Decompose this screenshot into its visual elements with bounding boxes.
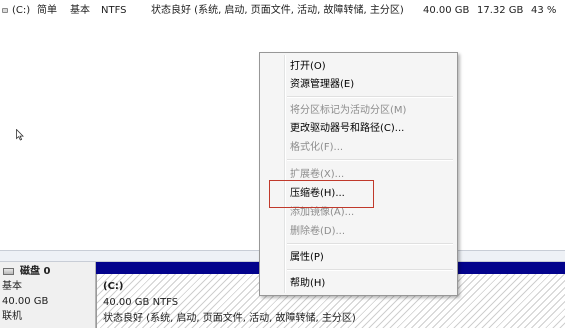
menu-separator bbox=[287, 243, 453, 245]
disk-status: 联机 bbox=[2, 311, 22, 322]
partition-status: 状态良好 (系统, 启动, 页面文件, 活动, 故障转储, 主分区) bbox=[103, 313, 356, 324]
menu-item-properties[interactable]: 属性(P) bbox=[262, 249, 455, 267]
menu-item-mark-active: 将分区标记为活动分区(M) bbox=[262, 102, 455, 120]
percent-free-cell: 43 % bbox=[531, 5, 557, 16]
menu-item-open[interactable]: 打开(O) bbox=[262, 58, 455, 76]
filesystem-cell: NTFS bbox=[101, 5, 127, 16]
menu-item-label: 格式化(F)... bbox=[290, 142, 344, 153]
drive-icon bbox=[2, 8, 8, 13]
free-space-cell: 17.32 GB bbox=[477, 5, 524, 16]
menu-item-label: 将分区标记为活动分区(M) bbox=[290, 105, 407, 116]
volume-cell: (C:) bbox=[12, 5, 31, 16]
menu-item-label: 资源管理器(E) bbox=[290, 79, 355, 90]
disk-icon bbox=[3, 268, 14, 275]
disk-type: 基本 bbox=[2, 281, 22, 292]
menu-item-delete: 删除卷(D)... bbox=[262, 223, 455, 241]
menu-item-format: 格式化(F)... bbox=[262, 139, 455, 157]
partition-name: (C:) bbox=[103, 281, 124, 292]
partition-size-fs: 40.00 GB NTFS bbox=[103, 297, 179, 308]
menu-separator bbox=[287, 269, 453, 271]
menu-separator bbox=[287, 96, 453, 98]
menu-item-label: 帮助(H) bbox=[290, 278, 326, 289]
disk-0-label[interactable]: 磁盘 0 基本 40.00 GB 联机 bbox=[0, 262, 96, 328]
menu-item-label: 打开(O) bbox=[290, 61, 326, 72]
highlight-annotation-box bbox=[269, 180, 374, 208]
menu-item-label: 添加镜像(A)... bbox=[290, 207, 355, 218]
status-cell: 状态良好 (系统, 启动, 页面文件, 活动, 故障转储, 主分区) bbox=[151, 5, 404, 16]
disk-size: 40.00 GB bbox=[2, 296, 49, 307]
mouse-cursor-icon bbox=[16, 129, 24, 141]
menu-item-help[interactable]: 帮助(H) bbox=[262, 275, 455, 293]
capacity-cell: 40.00 GB bbox=[423, 5, 470, 16]
menu-item-label: 删除卷(D)... bbox=[290, 226, 346, 237]
layout-cell: 简单 bbox=[37, 5, 57, 16]
volume-list-row[interactable]: (C:) 简单 基本 NTFS 状态良好 (系统, 启动, 页面文件, 活动, … bbox=[0, 0, 565, 20]
menu-item-label: 更改驱动器号和路径(C)... bbox=[290, 123, 405, 134]
context-menu: 打开(O) 资源管理器(E) 将分区标记为活动分区(M) 更改驱动器号和路径(C… bbox=[259, 52, 458, 296]
disk-name: 磁盘 0 bbox=[20, 266, 51, 277]
type-cell: 基本 bbox=[70, 5, 90, 16]
menu-separator bbox=[287, 159, 453, 161]
menu-item-explorer[interactable]: 资源管理器(E) bbox=[262, 76, 455, 94]
menu-item-change-letter[interactable]: 更改驱动器号和路径(C)... bbox=[262, 120, 455, 138]
menu-item-label: 属性(P) bbox=[290, 252, 324, 263]
